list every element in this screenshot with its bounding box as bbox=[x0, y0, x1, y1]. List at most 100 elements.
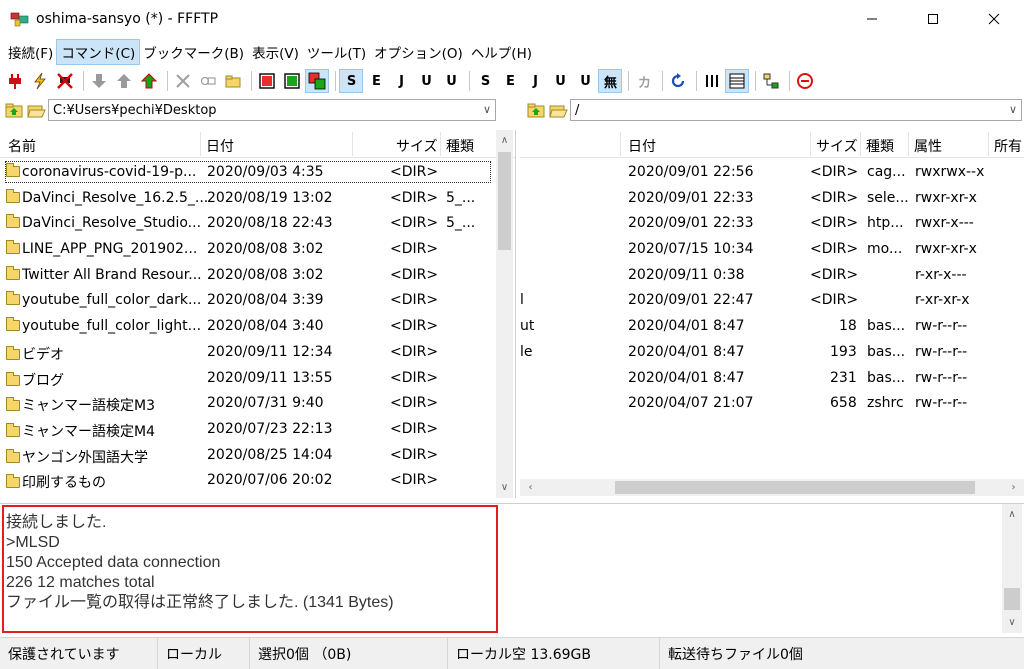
column-type[interactable]: 種類 bbox=[446, 136, 474, 156]
remote-sjis-button[interactable]: S bbox=[474, 70, 496, 92]
column-date[interactable]: 日付 bbox=[628, 136, 656, 156]
remote-jis-button[interactable]: J bbox=[524, 70, 546, 92]
binary-mode-button[interactable] bbox=[281, 70, 303, 92]
column-divider[interactable] bbox=[352, 132, 353, 156]
auto-mode-button[interactable] bbox=[305, 69, 329, 93]
menu-tools[interactable]: ツール(T) bbox=[303, 40, 370, 64]
scroll-down-icon[interactable]: ∨ bbox=[496, 479, 513, 496]
table-row[interactable]: 印刷するもの 2020/07/06 20:02 <DIR> bbox=[0, 468, 515, 494]
new-folder-button[interactable] bbox=[222, 70, 244, 92]
chevron-down-icon[interactable]: ∨ bbox=[1009, 103, 1017, 116]
table-row[interactable]: ut 2020/04/01 8:47 18 bas... rw-r--r-- bbox=[520, 314, 1024, 340]
upload-button[interactable] bbox=[113, 70, 135, 92]
column-date[interactable]: 日付 bbox=[206, 136, 234, 156]
scroll-left-icon[interactable]: ‹ bbox=[522, 479, 539, 496]
remote-utf8-button[interactable]: U bbox=[574, 70, 596, 92]
column-size[interactable]: サイズ bbox=[396, 136, 438, 156]
table-row[interactable]: ミャンマー語検定M4 2020/07/23 22:13 <DIR> bbox=[0, 417, 515, 443]
scroll-up-icon[interactable]: ∧ bbox=[1002, 506, 1022, 523]
table-row[interactable]: DaVinci_Resolve_16.2.5_... 2020/08/19 13… bbox=[0, 186, 515, 212]
connect-button[interactable] bbox=[4, 70, 26, 92]
scroll-down-icon[interactable]: ∨ bbox=[1002, 614, 1022, 631]
table-row[interactable]: Twitter All Brand Resour... 2020/08/08 3… bbox=[0, 263, 515, 289]
detail-view-button[interactable] bbox=[725, 69, 749, 93]
abort-button[interactable] bbox=[794, 70, 816, 92]
table-row[interactable]: 2020/09/01 22:56 <DIR> cag... rwxrwx--x bbox=[520, 160, 1024, 186]
column-divider[interactable] bbox=[860, 132, 861, 156]
scroll-thumb[interactable] bbox=[1004, 588, 1020, 610]
table-row[interactable]: 2020/09/01 22:33 <DIR> sele... rwxr-xr-x bbox=[520, 186, 1024, 212]
table-row[interactable]: 2020/09/11 0:38 <DIR> r-xr-x--- bbox=[520, 263, 1024, 289]
table-row[interactable]: ミャンマー語検定M3 2020/07/31 9:40 <DIR> bbox=[0, 391, 515, 417]
table-row[interactable]: coronavirus-covid-19-p... 2020/09/03 4:3… bbox=[0, 160, 515, 186]
menu-view[interactable]: 表示(V) bbox=[248, 40, 303, 64]
scroll-thumb[interactable] bbox=[615, 481, 975, 494]
kanji-euc-button[interactable]: E bbox=[365, 70, 387, 92]
menu-options[interactable]: オプション(O) bbox=[370, 40, 467, 64]
table-row[interactable]: ブログ 2020/09/11 13:55 <DIR> bbox=[0, 366, 515, 392]
table-row[interactable]: 2020/07/15 10:34 <DIR> mo... rwxr-xr-x bbox=[520, 237, 1024, 263]
minimize-button[interactable] bbox=[849, 0, 895, 38]
remote-file-list[interactable]: 日付 サイズ 種類 属性 所有 2020/09/01 22:56 <DIR> c… bbox=[520, 130, 1024, 498]
kanji-utf8-button[interactable]: U bbox=[440, 70, 462, 92]
rename-button[interactable] bbox=[197, 70, 219, 92]
remote-path-input[interactable]: / ∨ bbox=[570, 99, 1022, 121]
ascii-mode-button[interactable] bbox=[256, 70, 278, 92]
remote-horizontal-scrollbar[interactable]: ‹ › bbox=[520, 479, 1024, 496]
menu-command[interactable]: コマンド(C) bbox=[56, 39, 141, 65]
mirror-upload-button[interactable] bbox=[138, 70, 160, 92]
table-row[interactable]: 2020/09/01 22:33 <DIR> htp... rwxr-x--- bbox=[520, 211, 1024, 237]
sync-folder-button[interactable] bbox=[760, 70, 782, 92]
column-divider[interactable] bbox=[908, 132, 909, 156]
scroll-thumb[interactable] bbox=[498, 152, 511, 250]
column-divider[interactable] bbox=[810, 132, 811, 156]
remote-utf8n-button[interactable]: U bbox=[549, 70, 571, 92]
log-vertical-scrollbar[interactable]: ∧ ∨ bbox=[1002, 504, 1022, 633]
column-size[interactable]: サイズ bbox=[816, 136, 858, 156]
menu-help[interactable]: ヘルプ(H) bbox=[467, 40, 536, 64]
log-panel[interactable]: 接続しました. >MLSD 150 Accepted data connecti… bbox=[0, 503, 1024, 633]
kanji-sjis-button[interactable]: S bbox=[339, 69, 363, 93]
delete-button[interactable] bbox=[172, 70, 194, 92]
disconnect-button[interactable] bbox=[54, 70, 76, 92]
column-divider[interactable] bbox=[200, 132, 201, 156]
local-path-input[interactable]: C:¥Users¥pechi¥Desktop ∨ bbox=[48, 99, 496, 121]
open-folder-icon[interactable] bbox=[26, 101, 46, 119]
table-row[interactable]: youtube_full_color_light... 2020/08/04 3… bbox=[0, 314, 515, 340]
column-divider[interactable] bbox=[440, 132, 441, 156]
column-owner[interactable]: 所有 bbox=[994, 136, 1022, 156]
chevron-down-icon[interactable]: ∨ bbox=[483, 103, 491, 116]
scroll-right-icon[interactable]: › bbox=[1005, 479, 1022, 496]
menu-connect[interactable]: 接続(F) bbox=[4, 40, 57, 64]
table-row[interactable]: LINE_APP_PNG_201902... 2020/08/08 3:02 <… bbox=[0, 237, 515, 263]
column-attr[interactable]: 属性 bbox=[914, 136, 942, 156]
local-file-list[interactable]: 名前 日付 サイズ 種類 coronavirus-covid-19-p... 2… bbox=[0, 130, 516, 498]
table-row[interactable]: l 2020/09/01 22:47 <DIR> r-xr-xr-x bbox=[520, 288, 1024, 314]
table-row[interactable]: youtube_full_color_dark... 2020/08/04 3:… bbox=[0, 288, 515, 314]
kanji-utf8n-button[interactable]: U bbox=[415, 70, 437, 92]
column-name[interactable]: 名前 bbox=[8, 136, 36, 156]
quick-connect-button[interactable] bbox=[29, 70, 51, 92]
column-divider[interactable] bbox=[620, 132, 621, 156]
parent-folder-icon[interactable] bbox=[4, 101, 24, 119]
column-divider[interactable] bbox=[988, 132, 989, 156]
kanji-jis-button[interactable]: J bbox=[390, 70, 412, 92]
scroll-up-icon[interactable]: ∧ bbox=[496, 132, 513, 149]
parent-folder-icon[interactable] bbox=[526, 101, 546, 119]
refresh-button[interactable] bbox=[667, 70, 689, 92]
table-row[interactable]: ビデオ 2020/09/11 12:34 <DIR> bbox=[0, 340, 515, 366]
table-row[interactable]: DaVinci_Resolve_Studio... 2020/08/18 22:… bbox=[0, 211, 515, 237]
column-type[interactable]: 種類 bbox=[866, 136, 894, 156]
remote-euc-button[interactable]: E bbox=[499, 70, 521, 92]
table-row[interactable]: le 2020/04/01 8:47 193 bas... rw-r--r-- bbox=[520, 340, 1024, 366]
no-conversion-button[interactable]: 無 bbox=[598, 69, 622, 93]
table-row[interactable]: 2020/04/01 8:47 231 bas... rw-r--r-- bbox=[520, 366, 1024, 392]
open-folder-icon[interactable] bbox=[548, 101, 568, 119]
close-button[interactable] bbox=[971, 0, 1017, 38]
list-view-button[interactable] bbox=[701, 70, 723, 92]
table-row[interactable]: 2020/04/07 21:07 658 zshrc rw-r--r-- bbox=[520, 391, 1024, 417]
local-vertical-scrollbar[interactable]: ∧ ∨ bbox=[496, 130, 513, 498]
download-button[interactable] bbox=[88, 70, 110, 92]
maximize-button[interactable] bbox=[910, 0, 956, 38]
table-row[interactable]: ヤンゴン外国語大学 2020/08/25 14:04 <DIR> bbox=[0, 443, 515, 469]
